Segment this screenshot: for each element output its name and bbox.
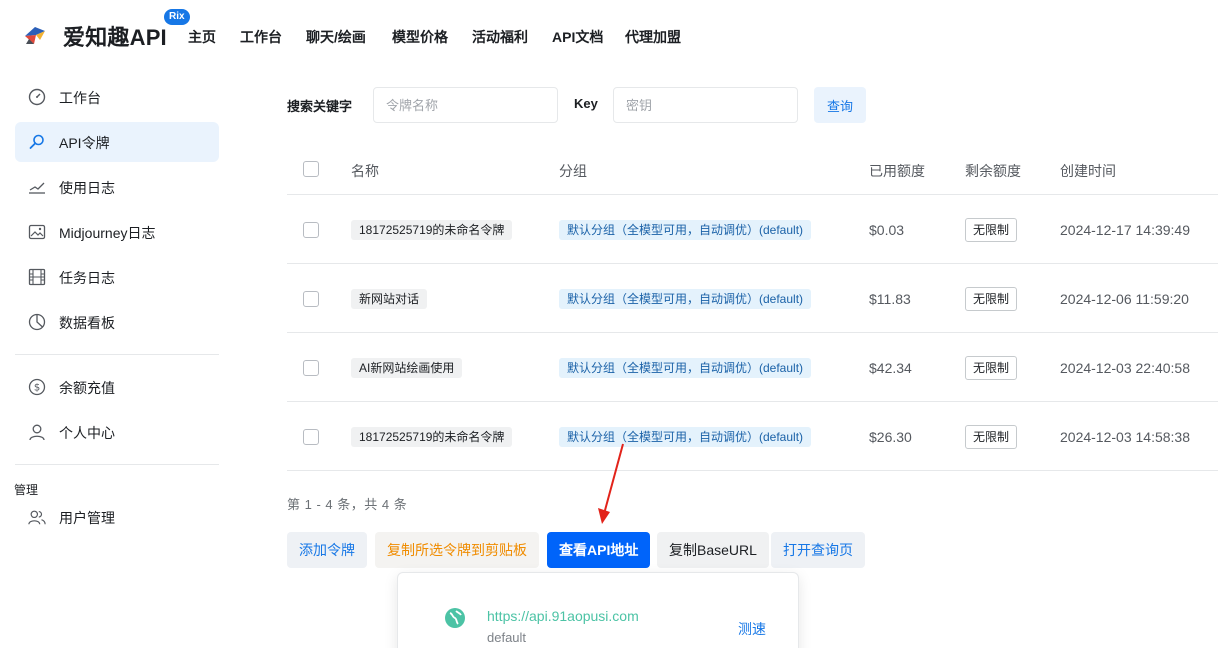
image-icon [28, 224, 46, 240]
used-quota: $42.34 [869, 360, 912, 376]
nav-chat-draw[interactable]: 聊天/绘画 [306, 27, 366, 47]
header-name[interactable]: 名称 [351, 161, 379, 181]
token-name-tag: 18172525719的未命名令牌 [351, 220, 513, 240]
sidebar-item-label: 个人中心 [59, 425, 115, 441]
nav-api-docs[interactable]: API文档 [552, 27, 603, 47]
users-icon [28, 510, 46, 525]
copy-selected-button[interactable]: 复制所选令牌到剪贴板 [375, 532, 539, 568]
open-query-page-button[interactable]: 打开查询页 [771, 532, 865, 568]
query-button[interactable]: 查询 [814, 87, 866, 123]
sidebar-item-usage-log[interactable]: 使用日志 [15, 167, 219, 207]
created-time: 2024-12-03 22:40:58 [1060, 360, 1190, 376]
search-key-icon [29, 134, 44, 149]
sidebar-item-label: API令牌 [59, 135, 110, 151]
table-row[interactable]: 18172525719的未命名令牌 默认分组（全模型可用，自动调优）(defau… [287, 402, 1218, 471]
sidebar-item-label: 数据看板 [59, 315, 115, 331]
chart-icon [29, 182, 45, 194]
token-group-tag: 默认分组（全模型可用，自动调优）(default) [559, 289, 812, 309]
table-row[interactable]: AI新网站绘画使用 默认分组（全模型可用，自动调优）(default) $42.… [287, 333, 1218, 402]
token-name-input[interactable] [373, 87, 558, 123]
sidebar-section-admin: 管理 [14, 483, 39, 497]
sidebar-item-task-log[interactable]: 任务日志 [15, 257, 219, 297]
coin-icon: $ [28, 378, 46, 396]
table-row[interactable]: 新网站对话 默认分组（全模型可用，自动调优）(default) $11.83 无… [287, 264, 1218, 333]
nav-model-price[interactable]: 模型价格 [392, 27, 448, 47]
sidebar-item-profile[interactable]: 个人中心 [15, 412, 219, 452]
search-keyword-label: 搜索关键字 [287, 99, 353, 114]
remaining-quota-tag: 无限制 [965, 287, 1018, 311]
api-url-group: default [487, 630, 527, 645]
row-checkbox[interactable] [303, 222, 319, 238]
used-quota: $26.30 [869, 429, 912, 445]
logo-icon[interactable] [22, 22, 48, 48]
film-icon [28, 268, 46, 286]
token-group-tag: 默认分组（全模型可用，自动调优）(default) [559, 358, 812, 378]
sidebar-item-recharge[interactable]: $ 余额充值 [15, 367, 219, 407]
sidebar-item-label: Midjourney日志 [59, 225, 156, 241]
token-name-tag: 18172525719的未命名令牌 [351, 427, 513, 447]
select-all-checkbox[interactable] [303, 161, 319, 177]
sidebar-item-api-tokens[interactable]: API令牌 [15, 122, 219, 162]
speed-test-link[interactable]: 测速 [738, 619, 766, 639]
nav-events[interactable]: 活动福利 [472, 27, 528, 47]
copy-base-url-button[interactable]: 复制BaseURL [657, 532, 769, 568]
created-time: 2024-12-03 14:58:38 [1060, 429, 1190, 445]
brand-badge: Rix [164, 9, 190, 25]
pagination-info: 第 1 - 4 条，共 4 条 [287, 497, 408, 512]
token-name-tag: AI新网站绘画使用 [351, 358, 463, 378]
row-checkbox[interactable] [303, 429, 319, 445]
header-group[interactable]: 分组 [559, 161, 587, 181]
sidebar: 工作台 API令牌 使用日志 Midjourney日志 任务日志 数据看板 $ … [0, 72, 232, 648]
api-address-popup: https://api.91aopusi.com default 测速 [397, 572, 799, 648]
used-quota: $11.83 [869, 291, 911, 307]
sidebar-divider [15, 354, 219, 355]
table-row[interactable]: 18172525719的未命名令牌 默认分组（全模型可用，自动调优）(defau… [287, 195, 1218, 264]
sidebar-divider [15, 464, 219, 465]
api-url-link[interactable]: https://api.91aopusi.com [487, 608, 639, 624]
sidebar-item-label: 余额充值 [59, 380, 115, 396]
table-header: 名称 分组 已用额度 剩余额度 创建时间 [287, 143, 1218, 195]
nav-home[interactable]: 主页 [188, 27, 216, 47]
key-input[interactable] [613, 87, 798, 123]
nav-agent[interactable]: 代理加盟 [625, 27, 681, 47]
created-time: 2024-12-06 11:59:20 [1060, 291, 1189, 307]
annotation-arrow [598, 443, 624, 524]
sidebar-item-user-management[interactable]: 用户管理 [15, 497, 219, 537]
created-time: 2024-12-17 14:39:49 [1060, 222, 1190, 238]
sidebar-item-data-board[interactable]: 数据看板 [15, 302, 219, 342]
brand-title[interactable]: 爱知趣API [63, 20, 167, 52]
token-group-tag: 默认分组（全模型可用，自动调优）(default) [559, 220, 812, 240]
sidebar-item-label: 使用日志 [59, 180, 115, 196]
used-quota: $0.03 [869, 222, 905, 238]
globe-icon [445, 608, 465, 628]
sidebar-item-label: 用户管理 [59, 510, 115, 526]
key-label: Key [574, 96, 598, 111]
token-name-tag: 新网站对话 [351, 289, 428, 309]
view-api-address-button[interactable]: 查看API地址 [547, 532, 651, 568]
header-used[interactable]: 已用额度 [869, 161, 925, 181]
header-created[interactable]: 创建时间 [1060, 161, 1116, 181]
sidebar-item-workbench[interactable]: 工作台 [15, 77, 219, 117]
row-checkbox[interactable] [303, 291, 319, 307]
row-checkbox[interactable] [303, 360, 319, 376]
sidebar-item-label: 工作台 [59, 90, 101, 106]
top-header: 爱知趣API Rix 主页 工作台 聊天/绘画 模型价格 活动福利 API文档 … [0, 0, 1218, 72]
remaining-quota-tag: 无限制 [965, 425, 1018, 449]
pie-icon [28, 313, 46, 331]
remaining-quota-tag: 无限制 [965, 218, 1018, 242]
header-remaining[interactable]: 剩余额度 [965, 161, 1021, 181]
add-token-button[interactable]: 添加令牌 [287, 532, 367, 568]
svg-text:$: $ [34, 383, 40, 394]
remaining-quota-tag: 无限制 [965, 356, 1018, 380]
user-icon [29, 424, 45, 441]
dashboard-icon [28, 88, 46, 106]
sidebar-item-midjourney-log[interactable]: Midjourney日志 [15, 212, 219, 252]
sidebar-item-label: 任务日志 [59, 270, 115, 286]
nav-workbench[interactable]: 工作台 [240, 27, 282, 47]
